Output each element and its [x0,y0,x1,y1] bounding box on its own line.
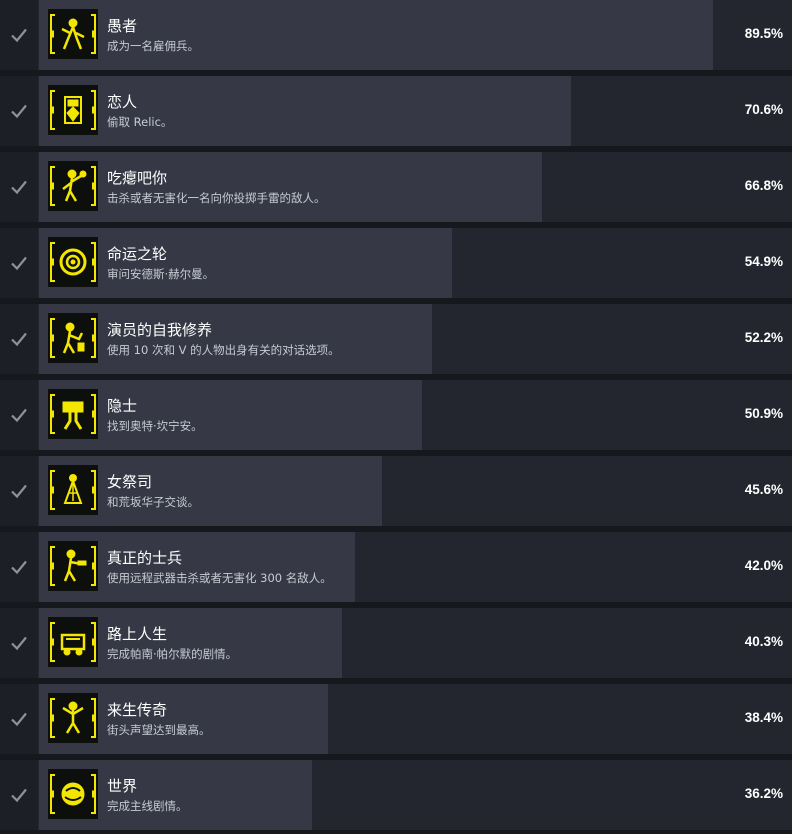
progress-bar-fill [39,228,452,298]
hermit-tarot-icon [50,394,96,434]
afterlife-legend-icon [50,698,96,738]
achievement-icon-frame [48,9,98,59]
achievement-description: 和荒坂华子交谈。 [107,495,199,509]
unlock-percentage: 50.9% [744,406,783,421]
achievement-title: 吃瘪吧你 [107,169,168,187]
achievement-description: 街头声望达到最高。 [107,723,211,737]
achievement-title: 世界 [107,777,138,795]
unlocked-check-cell [0,380,38,450]
unlocked-check-cell [0,608,38,678]
checkmark-icon [11,28,27,43]
achievement-description: 审问安德斯·赫尔曼。 [107,267,215,281]
unlocked-check-cell [0,760,38,830]
checkmark-icon [11,636,27,651]
checkmark-icon [11,332,27,347]
achievement-description: 使用远程武器击杀或者无害化 300 名敌人。 [107,571,332,585]
achievement-title: 恋人 [107,93,138,111]
checkmark-icon [11,788,27,803]
achievement-row[interactable]: 路上人生完成帕南·帕尔默的剧情。 40.3% [0,608,792,678]
achievement-icon-frame [48,769,98,819]
grenade-thrower-icon [50,166,96,206]
unlock-percentage: 36.2% [744,786,783,801]
unlocked-check-cell [0,0,38,70]
achievement-title: 演员的自我修养 [107,321,213,339]
achievement-icon-frame [48,161,98,211]
unlocked-check-cell [0,304,38,374]
achievement-icon-frame [48,617,98,667]
achievement-row[interactable]: 命运之轮审问安德斯·赫尔曼。 54.9% [0,228,792,298]
achievement-title: 来生传奇 [107,701,168,719]
unlock-percentage: 38.4% [744,710,783,725]
achievement-icon-frame [48,85,98,135]
achievement-icon-frame [48,541,98,591]
achievement-title: 隐士 [107,397,138,415]
achievement-icon-frame [48,237,98,287]
achievement-row[interactable]: 世界完成主线剧情。 36.2% [0,760,792,830]
achievement-title: 愚者 [107,17,138,35]
unlock-percentage: 40.3% [744,634,783,649]
achievement-description: 击杀或者无害化一名向你投掷手雷的敌人。 [107,191,326,205]
achievement-list: 愚者成为一名雇佣兵。 89.5% 恋人偷取 Relic。 70.6% 吃瘪吧你击杀或者无… [0,0,792,834]
achievement-title: 真正的士兵 [107,549,183,567]
unlocked-check-cell [0,456,38,526]
achievement-description: 成为一名雇佣兵。 [107,39,199,53]
achievement-icon-frame [48,313,98,363]
unlock-percentage: 54.9% [744,254,783,269]
achievement-description: 使用 10 次和 V 的人物出身有关的对话选项。 [107,343,340,357]
unlock-percentage: 89.5% [744,26,783,41]
achievement-description: 偷取 Relic。 [107,115,173,129]
achievement-icon-frame [48,693,98,743]
achievement-row[interactable]: 真正的士兵使用远程武器击杀或者无害化 300 名敌人。 42.0% [0,532,792,602]
checkmark-icon [11,256,27,271]
achievement-icon-frame [48,389,98,439]
unlock-percentage: 42.0% [744,558,783,573]
unlock-percentage: 70.6% [744,102,783,117]
achievement-row[interactable]: 愚者成为一名雇佣兵。 89.5% [0,0,792,70]
world-tarot-icon [50,774,96,814]
checkmark-icon [11,712,27,727]
achievement-row[interactable]: 吃瘪吧你击杀或者无害化一名向你投掷手雷的敌人。 66.8% [0,152,792,222]
actor-icon [50,318,96,358]
unlock-percentage: 52.2% [744,330,783,345]
soldier-icon [50,546,96,586]
progress-bar-fill [39,0,713,70]
achievement-row[interactable]: 恋人偷取 Relic。 70.6% [0,76,792,146]
achievement-icon-frame [48,465,98,515]
unlock-percentage: 66.8% [744,178,783,193]
road-life-icon [50,622,96,662]
unlocked-check-cell [0,684,38,754]
achievement-row[interactable]: 来生传奇街头声望达到最高。 38.4% [0,684,792,754]
achievement-title: 命运之轮 [107,245,168,263]
achievement-description: 完成主线剧情。 [107,799,188,813]
unlocked-check-cell [0,152,38,222]
achievement-title: 路上人生 [107,625,168,643]
unlocked-check-cell [0,532,38,602]
checkmark-icon [11,560,27,575]
achievement-description: 完成帕南·帕尔默的剧情。 [107,647,238,661]
checkmark-icon [11,484,27,499]
unlock-percentage: 45.6% [744,482,783,497]
priestess-tarot-icon [50,470,96,510]
unlocked-check-cell [0,228,38,298]
fool-tarot-icon [50,14,96,54]
achievement-row[interactable]: 隐士找到奥特·坎宁安。 50.9% [0,380,792,450]
checkmark-icon [11,408,27,423]
achievement-title: 女祭司 [107,473,153,491]
checkmark-icon [11,180,27,195]
lovers-tarot-icon [50,90,96,130]
checkmark-icon [11,104,27,119]
wheel-of-fortune-icon [50,242,96,282]
achievement-description: 找到奥特·坎宁安。 [107,419,203,433]
achievement-row[interactable]: 女祭司和荒坂华子交谈。 45.6% [0,456,792,526]
achievement-row[interactable]: 演员的自我修养使用 10 次和 V 的人物出身有关的对话选项。 52.2% [0,304,792,374]
unlocked-check-cell [0,76,38,146]
